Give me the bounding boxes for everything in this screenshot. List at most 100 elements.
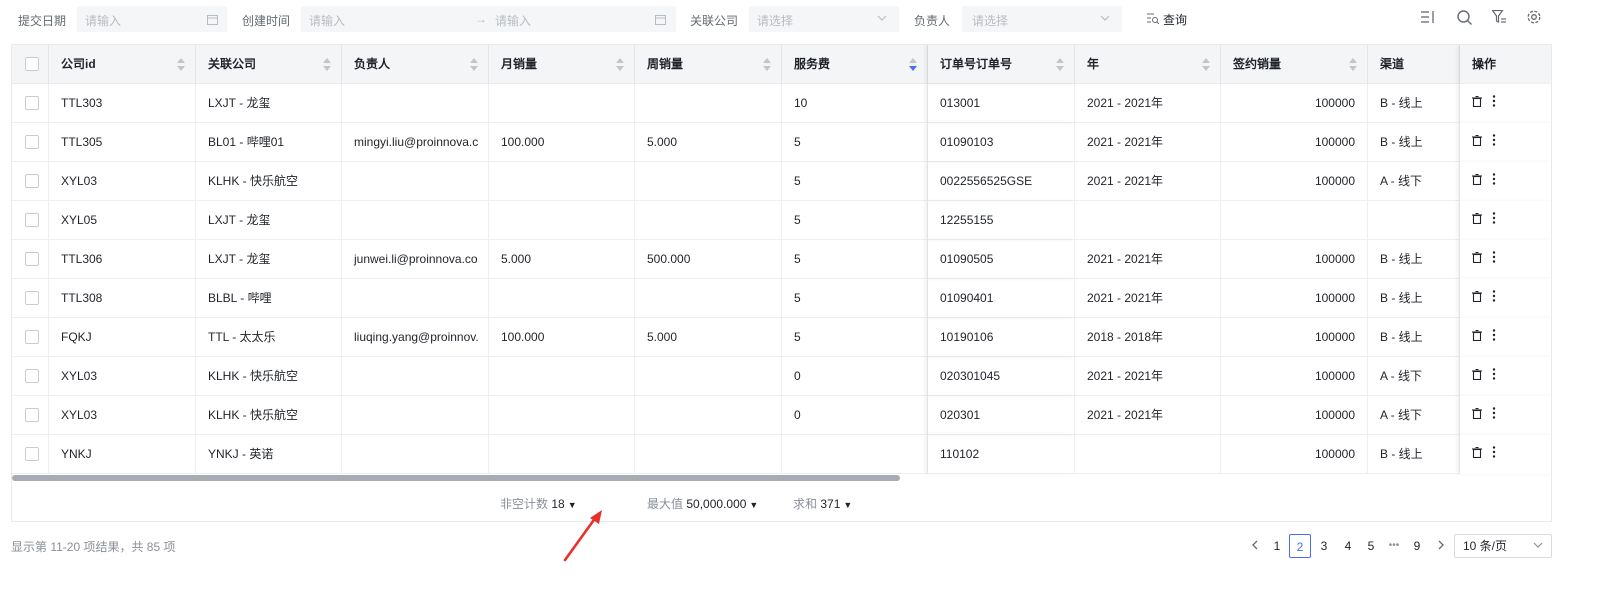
delete-icon[interactable] — [1472, 357, 1482, 396]
more-vertical-icon[interactable] — [1492, 396, 1496, 435]
summary-nonempty-label: 非空计数 — [500, 497, 549, 511]
delete-icon[interactable] — [1472, 240, 1482, 279]
cell-company: KLHK - 快乐航空 — [196, 396, 342, 435]
table-row[interactable]: XYL03 KLHK - 快乐航空 0 020301045 2021 - 2021年 10… — [12, 357, 1551, 396]
table-row[interactable]: TTL305 BL01 - 哔哩01 mingyi.liu@proinnova.c 1… — [12, 123, 1551, 162]
delete-icon[interactable] — [1472, 201, 1482, 240]
page-3[interactable]: 3 — [1317, 534, 1331, 558]
delete-icon[interactable] — [1472, 123, 1482, 162]
column-header-weekly[interactable]: 周销量 — [635, 45, 782, 84]
row-checkbox[interactable] — [25, 291, 39, 305]
sort-icon[interactable] — [1202, 58, 1210, 72]
table-row[interactable]: XYL05 LXJT - 龙玺 5 12255155 — [12, 201, 1551, 240]
row-checkbox[interactable] — [25, 213, 39, 227]
column-header-company-id[interactable]: 公司id — [49, 45, 196, 84]
table-row[interactable]: XYL03 KLHK - 快乐航空 5 0022556525GSE 2021 - 202… — [12, 162, 1551, 201]
page-4[interactable]: 4 — [1341, 534, 1355, 558]
submit-date-input[interactable]: 请输入 — [77, 6, 227, 32]
more-vertical-icon[interactable] — [1492, 123, 1496, 162]
row-checkbox[interactable] — [25, 330, 39, 344]
page-5[interactable]: 5 — [1364, 534, 1378, 558]
more-vertical-icon[interactable] — [1492, 162, 1496, 201]
cell-fee: 5 — [782, 240, 928, 279]
more-vertical-icon[interactable] — [1492, 201, 1496, 240]
page-1[interactable]: 1 — [1270, 534, 1284, 558]
row-checkbox[interactable] — [25, 135, 39, 149]
table-row[interactable]: TTL308 BLBL - 哔哩 5 01090401 2021 - 2021年 1000… — [12, 279, 1551, 318]
cell-monthly — [489, 435, 635, 474]
more-vertical-icon[interactable] — [1492, 240, 1496, 279]
created-time-range-input[interactable]: 请输入 → 请输入 — [301, 6, 676, 32]
column-header-label: 年 — [1087, 57, 1100, 71]
caret-down-icon: ▼ — [749, 500, 759, 510]
column-header-year[interactable]: 年 — [1075, 45, 1221, 84]
sort-icon[interactable] — [177, 58, 185, 72]
delete-icon[interactable] — [1472, 162, 1482, 201]
page-ellipsis[interactable]: ••• — [1383, 534, 1405, 558]
column-header-owner[interactable]: 负责人 — [342, 45, 489, 84]
more-vertical-icon[interactable] — [1492, 357, 1496, 396]
owner-placeholder: 请选择 — [972, 14, 1009, 28]
sort-icon[interactable] — [470, 58, 478, 72]
filter-icon[interactable] — [1491, 9, 1507, 27]
delete-icon[interactable] — [1472, 396, 1482, 435]
page-9[interactable]: 9 — [1410, 534, 1424, 558]
sort-icon[interactable] — [909, 58, 917, 72]
company-select[interactable]: 请选择 — [749, 6, 899, 32]
sort-icon[interactable] — [763, 58, 771, 72]
column-header-order-no[interactable]: 订单号订单号 — [928, 45, 1075, 84]
more-vertical-icon[interactable] — [1492, 318, 1496, 357]
cell-fee: 5 — [782, 201, 928, 240]
cell-weekly — [635, 279, 782, 318]
sort-icon[interactable] — [616, 58, 624, 72]
row-checkbox[interactable] — [25, 408, 39, 422]
column-header-signed[interactable]: 签约销量 — [1221, 45, 1368, 84]
delete-icon[interactable] — [1472, 84, 1482, 123]
summary-max[interactable]: 最大值 50,000.000 ▼ — [647, 495, 758, 512]
delete-icon[interactable] — [1472, 279, 1482, 318]
sort-icon[interactable] — [323, 58, 331, 72]
sort-icon[interactable] — [1349, 58, 1357, 72]
cell-channel: B - 线上 — [1368, 240, 1460, 279]
more-vertical-icon[interactable] — [1492, 84, 1496, 123]
page-2[interactable]: 2 — [1289, 534, 1311, 558]
row-checkbox[interactable] — [25, 369, 39, 383]
row-checkbox[interactable] — [25, 96, 39, 110]
row-checkbox[interactable] — [25, 252, 39, 266]
row-select-cell — [12, 435, 49, 474]
table-row[interactable]: FQKJ TTL - 太太乐 liuqing.yang@proinnov. 100.0… — [12, 318, 1551, 357]
column-header-monthly[interactable]: 月销量 — [489, 45, 635, 84]
owner-select[interactable]: 请选择 — [962, 6, 1122, 32]
query-button[interactable]: 查询 — [1147, 6, 1187, 32]
column-header-company[interactable]: 关联公司 — [196, 45, 342, 84]
query-icon — [1147, 12, 1160, 27]
more-vertical-icon[interactable] — [1492, 279, 1496, 318]
column-header-fee[interactable]: 服务费 — [782, 45, 928, 84]
table-row[interactable]: TTL306 LXJT - 龙玺 junwei.li@proinnova.co 5.0… — [12, 240, 1551, 279]
cell-weekly: 5.000 — [635, 123, 782, 162]
column-header-label: 关联公司 — [208, 57, 257, 71]
table-row[interactable]: TTL303 LXJT - 龙玺 10 013001 2021 - 2021年 10000… — [12, 84, 1551, 123]
table-row[interactable]: XYL03 KLHK - 快乐航空 0 020301 2021 - 2021年 10000… — [12, 396, 1551, 435]
horizontal-scrollbar[interactable] — [12, 475, 900, 481]
row-checkbox[interactable] — [25, 447, 39, 461]
settings-icon[interactable] — [1527, 10, 1541, 27]
query-label: 查询 — [1163, 12, 1188, 27]
summary-sum[interactable]: 求和 371 ▼ — [793, 495, 852, 512]
cell-company-id: FQKJ — [49, 318, 196, 357]
delete-icon[interactable] — [1472, 318, 1482, 357]
prev-page-icon[interactable] — [1248, 534, 1262, 558]
cell-order-no: 0022556525GSE — [928, 162, 1075, 201]
column-header-label: 月销量 — [501, 57, 538, 71]
page-size-select[interactable]: 10 条/页 — [1454, 534, 1552, 558]
column-settings-icon[interactable] — [1421, 10, 1435, 27]
sort-icon[interactable] — [1056, 58, 1064, 72]
table-row[interactable]: YNKJ YNKJ - 英诺 110102 100000 B - 线上 — [12, 435, 1551, 474]
row-checkbox[interactable] — [25, 174, 39, 188]
next-page-icon[interactable] — [1434, 534, 1448, 558]
delete-icon[interactable] — [1472, 435, 1482, 474]
more-vertical-icon[interactable] — [1492, 435, 1496, 474]
select-all-checkbox[interactable] — [25, 57, 39, 71]
search-icon[interactable] — [1457, 10, 1472, 28]
cell-year: 2021 - 2021年 — [1075, 279, 1221, 318]
